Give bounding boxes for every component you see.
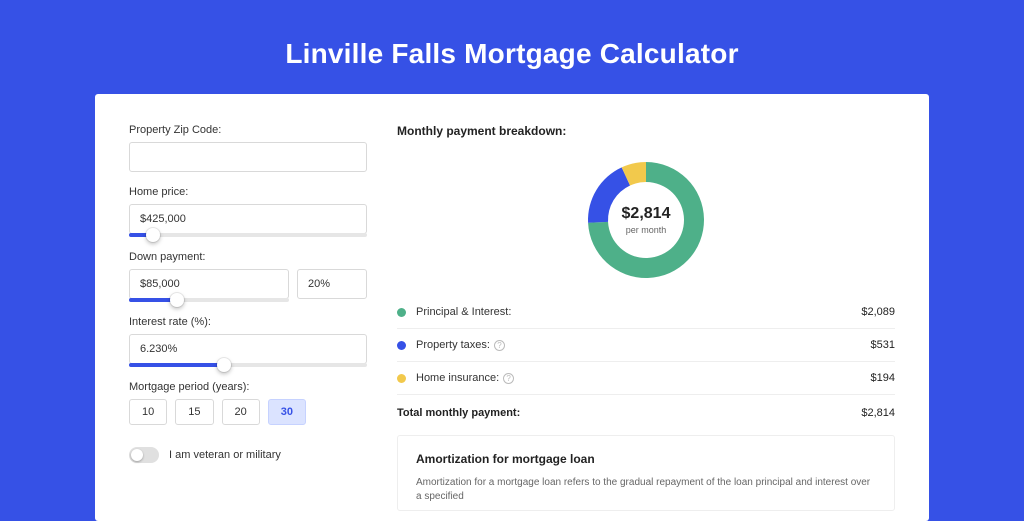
mortgage-period-label: Mortgage period (years): bbox=[129, 381, 367, 393]
total-label: Total monthly payment: bbox=[397, 407, 861, 419]
mortgage-period-group: 10 15 20 30 bbox=[129, 399, 367, 425]
period-button-15[interactable]: 15 bbox=[175, 399, 213, 425]
legend-label: Principal & Interest: bbox=[416, 306, 861, 318]
down-payment-pct-input[interactable] bbox=[297, 269, 367, 299]
home-price-slider[interactable] bbox=[129, 233, 367, 237]
slider-thumb[interactable] bbox=[217, 358, 231, 372]
payment-donut-chart: $2,814 per month bbox=[586, 160, 706, 280]
home-price-input[interactable] bbox=[129, 204, 367, 234]
legend-value: $531 bbox=[871, 339, 895, 351]
amortization-title: Amortization for mortgage loan bbox=[416, 452, 876, 466]
donut-center-sub: per month bbox=[626, 225, 667, 235]
legend-row: Home insurance:?$194 bbox=[397, 362, 895, 395]
legend-label: Property taxes:? bbox=[416, 339, 871, 351]
amortization-card: Amortization for mortgage loan Amortizat… bbox=[397, 435, 895, 511]
legend-value: $2,089 bbox=[861, 306, 895, 318]
period-button-10[interactable]: 10 bbox=[129, 399, 167, 425]
donut-center-value: $2,814 bbox=[622, 205, 671, 223]
info-icon[interactable]: ? bbox=[503, 373, 514, 384]
period-button-20[interactable]: 20 bbox=[222, 399, 260, 425]
home-price-label: Home price: bbox=[129, 186, 367, 198]
breakdown-column: Monthly payment breakdown: $2,814 per mo… bbox=[397, 124, 895, 511]
down-payment-label: Down payment: bbox=[129, 251, 367, 263]
input-column: Property Zip Code: Home price: Down paym… bbox=[129, 124, 367, 511]
down-payment-input[interactable] bbox=[129, 269, 289, 299]
legend-dot bbox=[397, 308, 406, 317]
legend-value: $194 bbox=[871, 372, 895, 384]
total-value: $2,814 bbox=[861, 407, 895, 419]
interest-rate-input[interactable] bbox=[129, 334, 367, 364]
veteran-label: I am veteran or military bbox=[169, 449, 281, 461]
interest-rate-slider[interactable] bbox=[129, 363, 367, 367]
page-title: Linville Falls Mortgage Calculator bbox=[0, 0, 1024, 94]
zip-input[interactable] bbox=[129, 142, 367, 172]
interest-rate-label: Interest rate (%): bbox=[129, 316, 367, 328]
info-icon[interactable]: ? bbox=[494, 340, 505, 351]
legend-row: Property taxes:?$531 bbox=[397, 329, 895, 362]
legend-row: Principal & Interest:$2,089 bbox=[397, 296, 895, 329]
legend-dot bbox=[397, 341, 406, 350]
slider-thumb[interactable] bbox=[170, 293, 184, 307]
calculator-card: Property Zip Code: Home price: Down paym… bbox=[95, 94, 929, 521]
legend-label: Home insurance:? bbox=[416, 372, 871, 384]
breakdown-title: Monthly payment breakdown: bbox=[397, 124, 895, 138]
veteran-toggle[interactable] bbox=[129, 447, 159, 463]
period-button-30[interactable]: 30 bbox=[268, 399, 306, 425]
legend-dot bbox=[397, 374, 406, 383]
zip-label: Property Zip Code: bbox=[129, 124, 367, 136]
breakdown-legend: Principal & Interest:$2,089Property taxe… bbox=[397, 296, 895, 395]
down-payment-slider[interactable] bbox=[129, 298, 289, 302]
amortization-text: Amortization for a mortgage loan refers … bbox=[416, 476, 876, 504]
slider-thumb[interactable] bbox=[146, 228, 160, 242]
